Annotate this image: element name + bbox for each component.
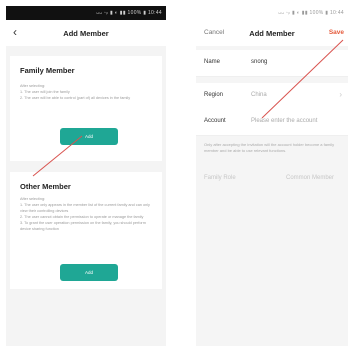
pointer-arrow-save (261, 39, 344, 119)
annotation-arrows (32, 39, 344, 177)
pointer-arrow-add (32, 135, 83, 177)
